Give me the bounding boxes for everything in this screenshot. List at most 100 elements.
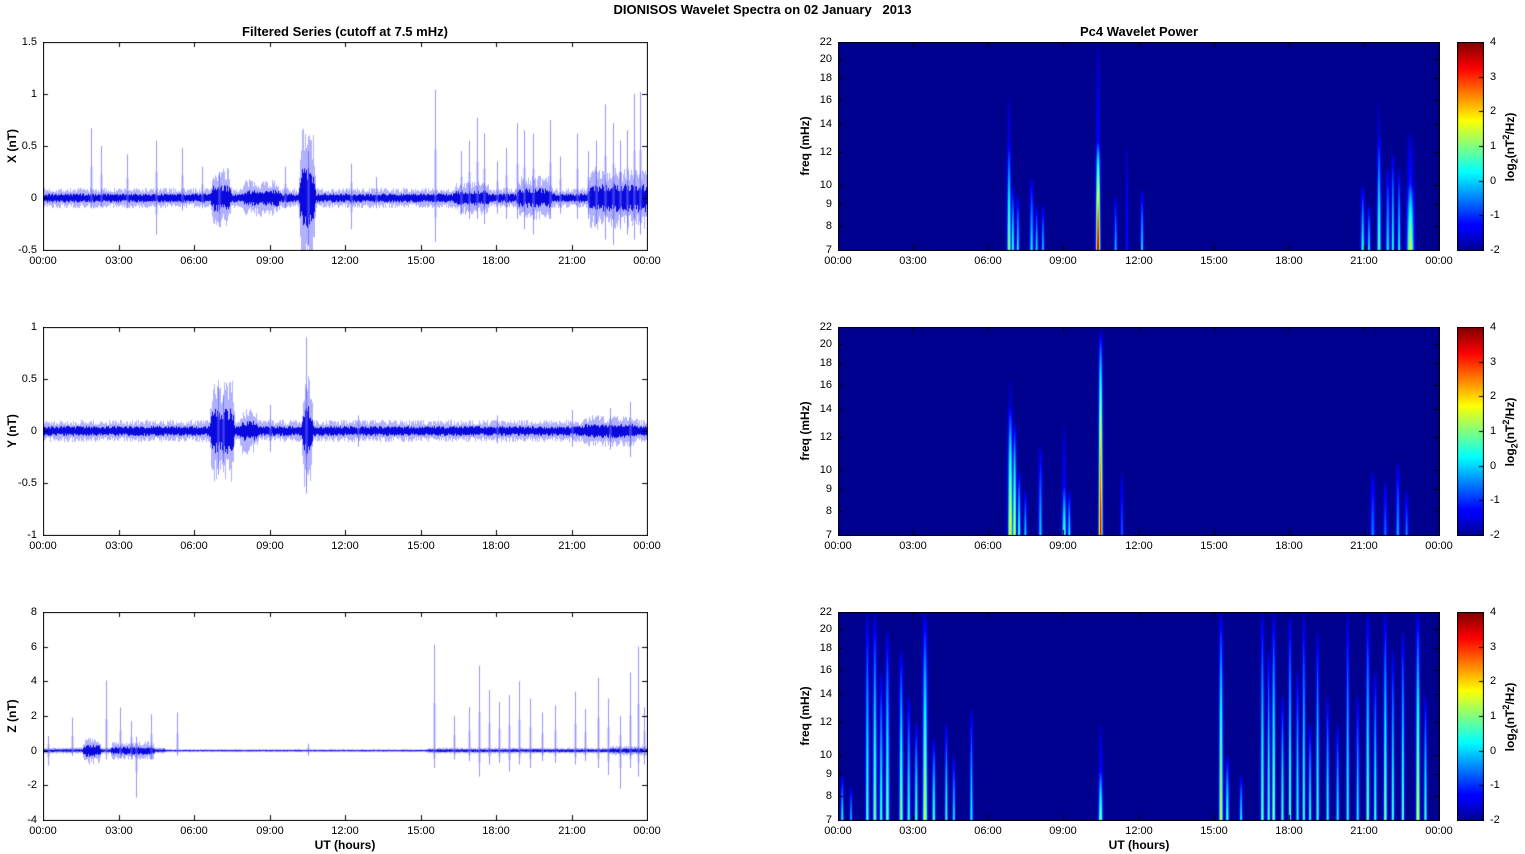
y-tick-label: 16: [819, 664, 832, 676]
y-tick-label: 0.5: [21, 140, 37, 152]
y-tick-label: 6: [30, 641, 37, 653]
x-tick-label: 09:00: [256, 540, 284, 552]
x-tick-label: 09:00: [1049, 540, 1077, 552]
x-tick-label: 18:00: [1275, 540, 1303, 552]
y-tick-label: 18: [819, 642, 832, 654]
x-tick-label: 06:00: [974, 540, 1002, 552]
x-tick-label: 18:00: [482, 825, 510, 837]
x-tick-label: 06:00: [974, 255, 1002, 267]
x-tick-label: 09:00: [256, 825, 284, 837]
y-tick-label: -4: [27, 814, 37, 826]
x-tick-label: 12:00: [331, 825, 359, 837]
y-tick-label: 0.5: [21, 373, 37, 385]
y-tick-label: 14: [819, 403, 832, 415]
y-tick-label: 20: [819, 623, 832, 635]
y-tick-label: 10: [819, 464, 832, 476]
colorbar-label: log2(nT2/Hz): [1501, 112, 1520, 181]
x-tick-label: 00:00: [1425, 540, 1453, 552]
y-tick-label: 22: [819, 606, 832, 618]
y-tick-label: 0: [30, 745, 37, 757]
y-tick-label: 12: [819, 431, 832, 443]
x-tick-label: 15:00: [407, 825, 435, 837]
figure-title: DIONISOS Wavelet Spectra on 02 January 2…: [613, 2, 912, 17]
y-tick-label: -0.5: [18, 244, 37, 256]
colorbar-y: [1457, 327, 1484, 536]
y-tick-label: 0: [30, 425, 37, 437]
x-tick-label: 00:00: [824, 825, 852, 837]
x-tick-label: 18:00: [482, 255, 510, 267]
y-series-plot: [43, 327, 648, 536]
x-tick-label: 00:00: [29, 825, 57, 837]
wavelet-spectra-figure: DIONISOS Wavelet Spectra on 02 January 2…: [0, 0, 1525, 854]
x-axis-label-left: UT (hours): [314, 838, 376, 852]
x-tick-label: 09:00: [1049, 825, 1077, 837]
x-tick-label: 03:00: [899, 540, 927, 552]
y-tick-label: 0: [30, 192, 37, 204]
left-column-title: Filtered Series (cutoff at 7.5 mHz): [242, 24, 448, 39]
x-tick-label: 03:00: [105, 540, 133, 552]
x-series-plot: [43, 42, 648, 251]
y-tick-label: 18: [819, 357, 832, 369]
y-tick-label: 12: [819, 716, 832, 728]
y-tick-label: 20: [819, 338, 832, 350]
y-tick-label: 9: [825, 483, 832, 495]
colorbar-label: log2(nT2/Hz): [1501, 397, 1520, 466]
y-tick-label: -2: [27, 779, 37, 791]
y-tick-label: 9: [825, 768, 832, 780]
x-tick-label: 06:00: [180, 540, 208, 552]
x-axis-label-right: UT (hours): [1108, 838, 1170, 852]
y-tick-label: 22: [819, 36, 832, 48]
y-tick-label: 9: [825, 198, 832, 210]
colorbar-z: [1457, 612, 1484, 821]
y-tick-label: 4: [30, 675, 37, 687]
x-tick-label: 00:00: [633, 825, 661, 837]
x-tick-label: 03:00: [899, 255, 927, 267]
x-wavelet-plot: [838, 42, 1440, 251]
x-tick-label: 18:00: [1275, 255, 1303, 267]
y-tick-label: 8: [825, 790, 832, 802]
x-tick-label: 00:00: [824, 255, 852, 267]
x-tick-label: 06:00: [974, 825, 1002, 837]
y-tick-label: 18: [819, 72, 832, 84]
x-tick-label: 21:00: [1350, 540, 1378, 552]
y-tick-label: 8: [825, 220, 832, 232]
y-tick-label: 1: [30, 321, 37, 333]
x-tick-label: 03:00: [899, 825, 927, 837]
z-series-plot: [43, 612, 648, 821]
x-tick-label: 03:00: [105, 825, 133, 837]
y-tick-label: -1: [27, 529, 37, 541]
x-tick-label: 15:00: [1200, 540, 1228, 552]
y-tick-label: 7: [825, 529, 832, 541]
y-tick-label: 22: [819, 321, 832, 333]
x-tick-label: 00:00: [29, 540, 57, 552]
x-tick-label: 15:00: [407, 255, 435, 267]
y-tick-label: 16: [819, 94, 832, 106]
x-tick-label: 12:00: [1125, 825, 1153, 837]
x-tick-label: 21:00: [558, 540, 586, 552]
x-tick-label: 18:00: [1275, 825, 1303, 837]
x-tick-label: 00:00: [633, 540, 661, 552]
x-tick-label: 00:00: [29, 255, 57, 267]
y-tick-label: 2: [30, 710, 37, 722]
x-tick-label: 12:00: [1125, 540, 1153, 552]
y-tick-label: 14: [819, 118, 832, 130]
x-tick-label: 21:00: [1350, 825, 1378, 837]
x-tick-label: 12:00: [331, 255, 359, 267]
x-tick-label: 18:00: [482, 540, 510, 552]
colorbar-x: [1457, 42, 1484, 251]
x-tick-label: 12:00: [1125, 255, 1153, 267]
right-column-title: Pc4 Wavelet Power: [1079, 24, 1198, 39]
y-tick-label: 12: [819, 146, 832, 158]
y-tick-label: -0.5: [18, 477, 37, 489]
x-tick-label: 06:00: [180, 255, 208, 267]
x-tick-label: 09:00: [256, 255, 284, 267]
y-tick-label: 16: [819, 379, 832, 391]
x-tick-label: 00:00: [1425, 255, 1453, 267]
x-tick-label: 15:00: [1200, 255, 1228, 267]
x-tick-label: 21:00: [558, 825, 586, 837]
y-tick-label: 7: [825, 814, 832, 826]
y-tick-label: 10: [819, 179, 832, 191]
z-wavelet-plot: [838, 612, 1440, 821]
y-tick-label: 8: [30, 606, 37, 618]
y-tick-label: 10: [819, 749, 832, 761]
